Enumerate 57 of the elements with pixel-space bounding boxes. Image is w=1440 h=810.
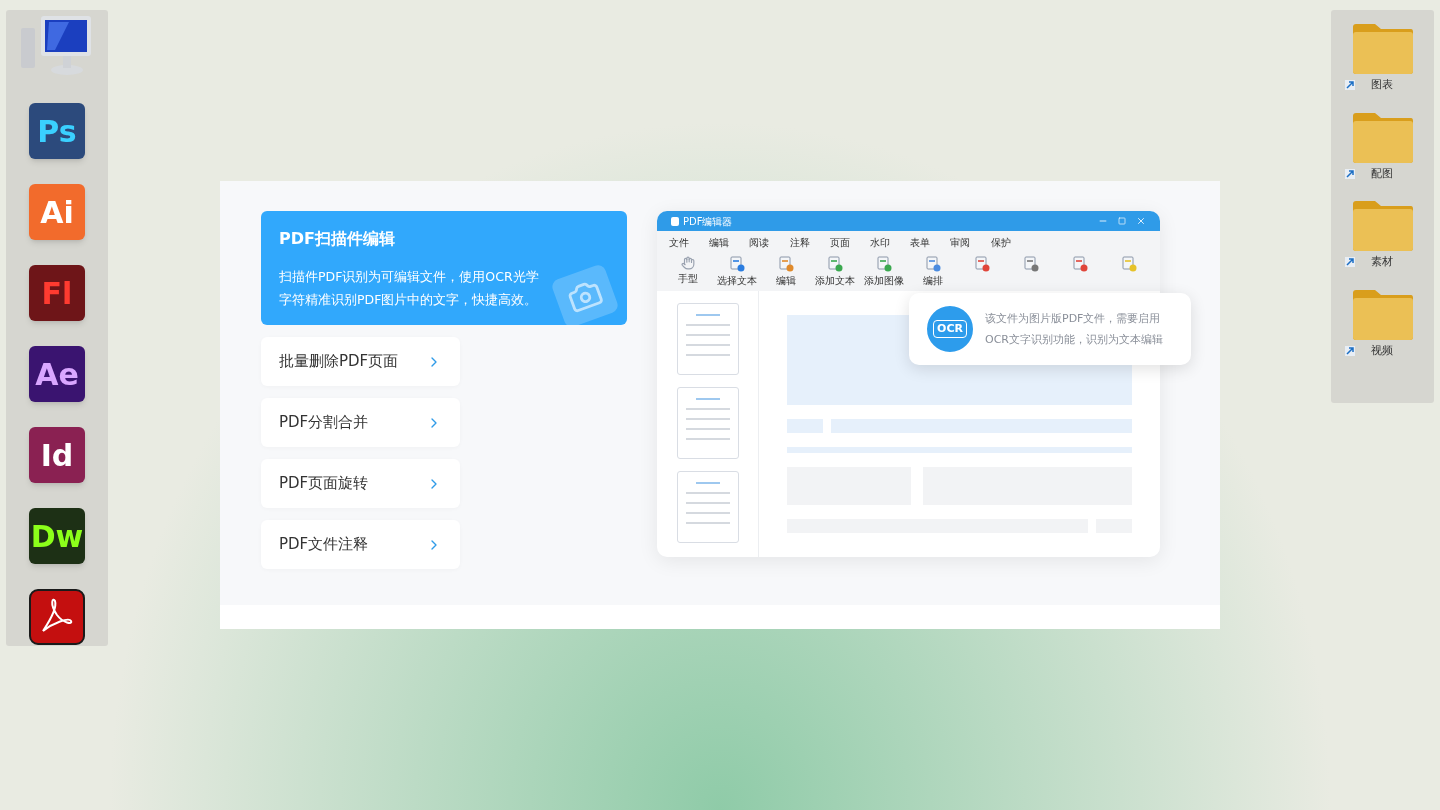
window-title: PDF编辑器 bbox=[683, 214, 733, 229]
ocr-badge: OCR bbox=[925, 304, 975, 354]
document-tool-icon bbox=[875, 256, 892, 272]
toolbar-label[interactable]: 手型 bbox=[677, 271, 698, 286]
shortcut-arrow-icon bbox=[1344, 257, 1355, 268]
feature-description: 扫描件PDF识别为可编辑文件，使用OCR光学字符精准识别PDF图片中的文字，快捷高效。 bbox=[279, 268, 540, 309]
menu-item[interactable]: 表单 bbox=[910, 234, 951, 250]
document-tool-icon bbox=[1121, 256, 1138, 272]
shortcut-arrow-icon bbox=[1344, 345, 1355, 356]
folder-icon[interactable] bbox=[1350, 111, 1415, 164]
document-tool-icon bbox=[1023, 256, 1040, 272]
folder-icon[interactable] bbox=[1350, 23, 1415, 75]
document-tool-icon bbox=[728, 256, 745, 272]
app-logo-icon bbox=[671, 216, 679, 226]
hand-icon bbox=[680, 256, 695, 270]
folder-icon[interactable] bbox=[1350, 200, 1415, 252]
menu-item[interactable]: 页面 bbox=[829, 234, 870, 250]
page-thumbnail[interactable] bbox=[676, 471, 739, 543]
menu-item[interactable]: 审阅 bbox=[950, 234, 991, 250]
feature-item[interactable]: 批量删除PDF页面 bbox=[261, 337, 460, 386]
page-thumbnail[interactable] bbox=[676, 387, 739, 459]
close-icon[interactable] bbox=[1136, 216, 1146, 226]
shortcut-arrow-icon bbox=[1344, 80, 1355, 91]
feature-item[interactable]: PDF分割合并 bbox=[261, 398, 460, 447]
ocr-message: 该文件为图片版PDF文件，需要启用OCR文字识别功能，识别为文本编辑 bbox=[985, 311, 1164, 348]
document-tool-icon bbox=[777, 256, 794, 272]
menu-item[interactable]: 注释 bbox=[789, 234, 830, 250]
app-icon[interactable]: Ps bbox=[29, 103, 85, 159]
shortcut-arrow-icon bbox=[1344, 168, 1355, 179]
maximize-icon[interactable] bbox=[1118, 217, 1126, 225]
app-icon[interactable]: Dw bbox=[29, 508, 85, 564]
toolbar-label[interactable]: 编排 bbox=[923, 273, 943, 288]
folder-icon[interactable] bbox=[1350, 288, 1415, 341]
pdf-reader-icon[interactable] bbox=[29, 589, 85, 645]
document-tool-icon bbox=[925, 256, 941, 272]
menu-item[interactable]: 编辑 bbox=[709, 234, 750, 250]
folder-label[interactable]: 视频 bbox=[1370, 342, 1393, 359]
document-tool-icon bbox=[974, 256, 991, 272]
toolbar-label[interactable]: 添加图像 bbox=[863, 273, 904, 288]
feature-item[interactable]: PDF文件注释 bbox=[261, 520, 460, 569]
toolbar-label[interactable]: 添加文本 bbox=[814, 273, 855, 288]
menu-item[interactable]: 文件 bbox=[669, 234, 710, 250]
menu-item[interactable]: 保护 bbox=[990, 234, 1031, 250]
text-placeholder bbox=[787, 419, 823, 433]
app-icon[interactable]: Ae bbox=[29, 346, 85, 402]
document-tool-icon bbox=[826, 256, 843, 272]
folder-label[interactable]: 配图 bbox=[1370, 165, 1393, 182]
toolbar-label[interactable]: 编辑 bbox=[775, 273, 796, 288]
toolbar-label[interactable]: 选择文本 bbox=[716, 273, 757, 288]
folder-label[interactable]: 素材 bbox=[1370, 254, 1393, 271]
document-tool-icon bbox=[1072, 256, 1089, 272]
feature-item[interactable]: PDF页面旋转 bbox=[261, 459, 460, 508]
app-icon[interactable]: Id bbox=[29, 427, 85, 483]
folder-label[interactable]: 图表 bbox=[1370, 77, 1393, 94]
menu-item[interactable]: 阅读 bbox=[749, 234, 790, 250]
page-thumbnail[interactable] bbox=[676, 303, 739, 375]
menu-item[interactable]: 水印 bbox=[869, 234, 911, 250]
